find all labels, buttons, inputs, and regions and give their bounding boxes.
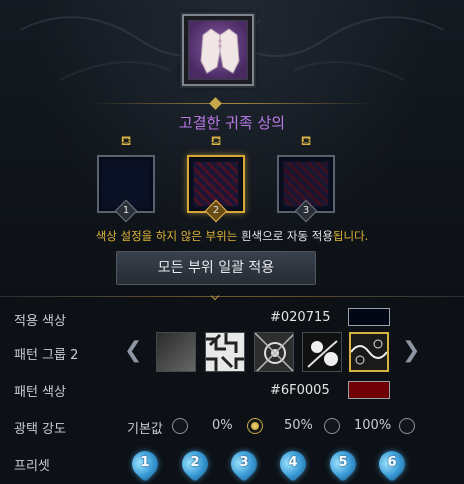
preset-button-6[interactable]: 6 — [373, 445, 411, 483]
notice-text: 색상 설정을 하지 않은 부위는 흰색으로 자동 적용됩니다. — [95, 229, 369, 243]
gloss-option-100-label: 100% — [354, 418, 392, 433]
preset-button-1[interactable]: 1 — [126, 445, 164, 483]
pattern-gradient[interactable] — [156, 332, 196, 372]
pattern-group-label: 패턴 그룹 2 — [14, 348, 79, 363]
floral-pattern-icon — [303, 333, 341, 371]
gloss-option-0-label: 0% — [212, 418, 233, 433]
dye-bucket-icon: ⛾ — [210, 134, 222, 149]
part-slot-2[interactable]: ⛾ 2 — [187, 135, 245, 223]
apply-color-swatch[interactable] — [348, 308, 390, 326]
maze-pattern-icon — [206, 333, 244, 371]
divider-line — [90, 103, 374, 104]
preset-label: 프리셋 — [14, 459, 50, 474]
apply-color-hex: #020715 — [270, 310, 331, 325]
apply-all-button[interactable]: 모든 부위 일괄 적용 — [116, 251, 316, 285]
dye-bucket-icon: ⛾ — [300, 134, 312, 149]
next-pattern-arrow[interactable]: ❯ — [402, 338, 420, 363]
pattern-color-hex: #6F0005 — [270, 383, 330, 398]
dye-bucket-icon: ⛾ — [120, 134, 132, 149]
item-name: 고결한 귀족 상의 — [178, 114, 286, 132]
lace-pattern-icon — [351, 334, 387, 370]
prev-pattern-arrow[interactable]: ❮ — [124, 338, 142, 363]
pattern-color-swatch[interactable] — [348, 381, 390, 399]
gloss-option-100-radio[interactable] — [399, 418, 415, 434]
pattern-floral[interactable] — [302, 332, 342, 372]
pattern-lace[interactable] — [349, 332, 389, 372]
pattern-ornate[interactable] — [254, 332, 294, 372]
apply-color-label: 적용 색상 — [14, 314, 66, 329]
gloss-option-default-radio[interactable] — [172, 418, 188, 434]
preset-button-3[interactable]: 3 — [225, 445, 263, 483]
gloss-option-0-radio[interactable] — [247, 418, 263, 434]
preset-button-5[interactable]: 5 — [324, 445, 362, 483]
part-slot-1[interactable]: ⛾ 1 — [97, 135, 155, 223]
item-icon-frame — [182, 14, 254, 86]
preset-button-2[interactable]: 2 — [176, 445, 214, 483]
section-divider — [0, 296, 464, 297]
gloss-option-default-label: 기본값 — [127, 422, 163, 437]
gloss-option-50-radio[interactable] — [324, 418, 340, 434]
gloss-label: 광택 강도 — [14, 422, 66, 437]
gloss-option-50-label: 50% — [284, 418, 313, 433]
pattern-color-label: 패턴 색상 — [14, 385, 66, 400]
pattern-maze[interactable] — [205, 332, 245, 372]
noble-top-icon — [188, 20, 248, 80]
ornate-pattern-icon — [255, 333, 293, 371]
part-slot-3[interactable]: ⛾ 3 — [277, 135, 335, 223]
preset-button-4[interactable]: 4 — [274, 445, 312, 483]
